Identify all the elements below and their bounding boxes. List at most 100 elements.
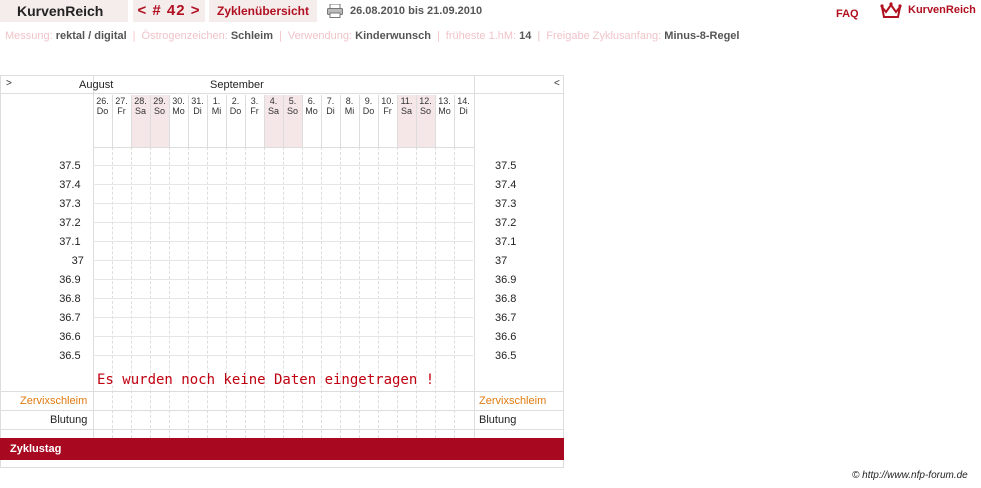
day-header-separator xyxy=(435,95,436,147)
day-number: 7. xyxy=(326,96,335,106)
day-number: 3. xyxy=(250,96,259,106)
mucus-row-divider xyxy=(0,391,564,392)
day-header-separator xyxy=(245,95,246,147)
day-header-separator xyxy=(359,95,360,147)
copyright: © http://www.nfp-forum.de xyxy=(852,470,968,481)
brand-title[interactable]: KurvenReich xyxy=(0,0,128,22)
day-header-separator xyxy=(321,95,322,147)
faq-link[interactable]: FAQ xyxy=(836,8,859,20)
day-header: 6. Mo xyxy=(302,95,321,147)
info-key: Verwendung: xyxy=(287,30,356,42)
weekday-label: So xyxy=(286,106,298,116)
day-grid-line xyxy=(283,147,284,438)
day-grid-line xyxy=(112,147,113,438)
day-number: 28. xyxy=(134,96,147,106)
temperature-tick-right: 37.5 xyxy=(495,160,517,172)
top-bar: KurvenReich < # 42 > Zyklenübersicht 26.… xyxy=(0,0,981,25)
next-cycle-arrow[interactable]: < xyxy=(554,78,560,89)
weekday-label: Sa xyxy=(267,106,279,116)
day-grid-line xyxy=(245,147,246,438)
weekday-label: Mo xyxy=(305,106,318,116)
day-number: 5. xyxy=(288,96,297,106)
temperature-grid-line xyxy=(93,355,473,356)
crown-logo-icon[interactable] xyxy=(880,2,902,20)
temperature-tick-left: 36.9 xyxy=(59,274,81,286)
weekday-label: So xyxy=(153,106,165,116)
day-header: 31. Di xyxy=(188,95,207,147)
day-grid-line xyxy=(264,147,265,438)
info-value: Kinderwunsch xyxy=(355,30,431,42)
weekday-label: Sa xyxy=(134,106,146,116)
weekday-label: Do xyxy=(362,106,375,116)
day-header: 4. Sa xyxy=(264,95,283,147)
day-grid-line xyxy=(321,147,322,438)
previous-cycle-arrow[interactable]: > xyxy=(6,78,12,89)
weekday-label: Sa xyxy=(400,106,412,116)
day-header-separator xyxy=(150,95,151,147)
temperature-tick-left: 36.8 xyxy=(59,293,81,305)
mucus-row-label-right: Zervixschleim xyxy=(479,395,547,407)
day-header: 5. So xyxy=(283,95,302,147)
day-number: 31. xyxy=(191,96,204,106)
day-grid-line xyxy=(435,147,436,438)
day-grid-line xyxy=(359,147,360,438)
temperature-grid-line xyxy=(93,241,473,242)
temperature-grid-line xyxy=(93,165,473,166)
day-header: 14. Di xyxy=(454,95,473,147)
temperature-tick-right: 36.5 xyxy=(495,350,517,362)
day-header-separator xyxy=(397,95,398,147)
temperature-tick-right: 37.2 xyxy=(495,217,517,229)
day-number: 1. xyxy=(212,96,221,106)
day-number: 26. xyxy=(96,96,109,106)
cycle-date-range: 26.08.2010 bis 21.09.2010 xyxy=(350,5,483,17)
day-header-separator xyxy=(169,95,170,147)
day-header: 10. Fr xyxy=(378,95,397,147)
day-header: 28. Sa xyxy=(131,95,150,147)
temperature-grid-line xyxy=(93,279,473,280)
day-header-separator xyxy=(454,95,455,147)
weekday-label: Do xyxy=(96,106,109,116)
day-grid-line xyxy=(454,147,455,438)
info-key: Messung: xyxy=(5,30,56,42)
weekday-label: Fr xyxy=(117,106,126,116)
logo-text[interactable]: KurvenReich xyxy=(908,4,976,16)
weekday-label: Mi xyxy=(344,106,355,116)
temperature-tick-right: 36.8 xyxy=(495,293,517,305)
month-label-august: August xyxy=(79,79,114,91)
day-header-separator xyxy=(340,95,341,147)
day-header-separator xyxy=(131,95,132,147)
temperature-grid-line xyxy=(93,298,473,299)
weekday-label: Mi xyxy=(211,106,222,116)
day-number: 2. xyxy=(231,96,240,106)
temperature-tick-right: 37.1 xyxy=(495,236,517,248)
day-number: 6. xyxy=(307,96,316,106)
info-key: früheste 1.hM: xyxy=(445,30,520,42)
temperature-tick-left: 36.6 xyxy=(59,331,81,343)
weekday-label: Di xyxy=(193,106,202,116)
no-data-message: Es wurden noch keine Daten eingetragen ! xyxy=(97,372,435,388)
temperature-tick-right: 36.6 xyxy=(495,331,517,343)
right-axis-column xyxy=(474,75,565,438)
day-header-separator xyxy=(264,95,265,147)
day-header: 12. So xyxy=(416,95,435,147)
day-header: 27. Fr xyxy=(112,95,131,147)
day-grid-line xyxy=(302,147,303,438)
printer-icon[interactable] xyxy=(327,4,343,18)
bleeding-row-label-right: Blutung xyxy=(479,414,517,426)
day-number: 13. xyxy=(438,96,451,106)
info-key: Freigabe Zyklusanfang: xyxy=(546,30,665,42)
info-value: 14 xyxy=(519,30,532,42)
temperature-tick-right: 37.4 xyxy=(495,179,517,191)
day-header: 29. So xyxy=(150,95,169,147)
temperature-tick-left: 37.2 xyxy=(59,217,81,229)
day-number: 29. xyxy=(153,96,166,106)
day-number: 27. xyxy=(115,96,128,106)
weekday-label: Di xyxy=(326,106,335,116)
day-header: 9. Do xyxy=(359,95,378,147)
weekday-label: Do xyxy=(229,106,242,116)
cycle-navigator[interactable]: < # 42 > xyxy=(133,0,205,22)
weekday-label: Mo xyxy=(438,106,451,116)
temperature-tick-right: 37 xyxy=(495,255,508,267)
cycle-overview-link[interactable]: Zyklenübersicht xyxy=(209,0,317,22)
temperature-grid-line xyxy=(93,260,473,261)
